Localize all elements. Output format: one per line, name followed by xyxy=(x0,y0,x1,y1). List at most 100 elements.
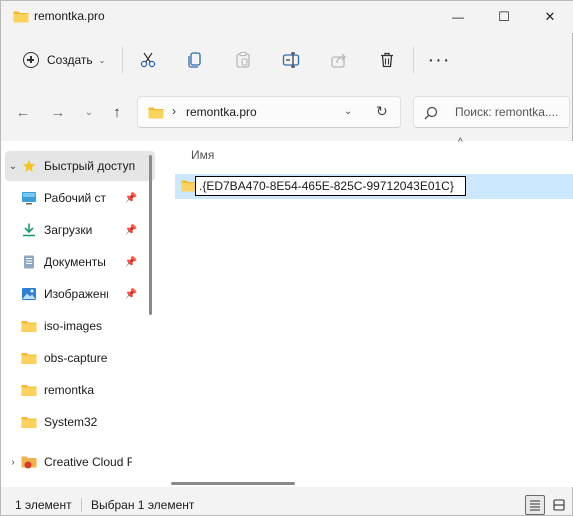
close-button[interactable]: ✕ xyxy=(527,1,573,33)
close-icon: ✕ xyxy=(544,9,556,24)
pin-icon: 📌 xyxy=(124,192,137,204)
arrow-left-icon: ← xyxy=(15,103,31,121)
creative-cloud-icon xyxy=(21,456,37,469)
divider xyxy=(413,47,414,73)
horizontal-scrollbar[interactable] xyxy=(171,482,295,485)
breadcrumb-chevron-icon[interactable]: › xyxy=(172,104,176,118)
sidebar-item-label: Быстрый доступ xyxy=(44,159,136,173)
tiles-view-button[interactable] xyxy=(549,495,569,515)
forward-button[interactable]: → xyxy=(47,101,69,123)
back-button[interactable]: ← xyxy=(12,101,34,123)
minimize-button[interactable]: — xyxy=(435,1,481,33)
selection-count: Выбран 1 элемент xyxy=(91,498,195,512)
sidebar-scrollbar[interactable] xyxy=(149,155,152,315)
folder-icon xyxy=(21,321,37,332)
chevron-down-icon[interactable]: ⌄ xyxy=(5,161,21,172)
search-placeholder: Поиск: remontka.... xyxy=(455,105,559,119)
sidebar-item-label: Creative Cloud Files xyxy=(44,455,132,469)
navigation-pane: ⌄ Быстрый доступ Рабочий стол 📌 xyxy=(1,141,159,487)
minimize-icon: — xyxy=(452,10,464,24)
sidebar-item-creative-cloud[interactable]: › Creative Cloud Files xyxy=(5,447,155,477)
sidebar-item-iso-images[interactable]: iso-images xyxy=(5,311,155,341)
content-area: ⌄ Быстрый доступ Рабочий стол 📌 xyxy=(1,137,573,487)
recent-locations-button[interactable]: ⌄ xyxy=(78,101,100,123)
sidebar-item-quick-access[interactable]: ⌄ Быстрый доступ xyxy=(5,151,155,181)
folder-icon xyxy=(13,11,29,23)
arrow-up-icon: ↑ xyxy=(113,103,121,121)
copy-icon xyxy=(188,52,201,68)
maximize-button[interactable]: ☐ xyxy=(481,1,527,33)
documents-icon xyxy=(24,255,34,269)
maximize-icon: ☐ xyxy=(498,9,510,24)
create-button[interactable]: Создать ⌄ xyxy=(17,45,113,75)
chevron-right-icon[interactable]: › xyxy=(5,457,21,468)
sidebar-item-remontka[interactable]: remontka xyxy=(5,375,155,405)
download-icon xyxy=(23,223,35,237)
sort-ascending-icon: ^ xyxy=(458,137,463,148)
file-row[interactable]: .{ED7BA470-8E54-465E-825C-99712043E01C} xyxy=(175,174,573,199)
delete-icon xyxy=(381,52,393,68)
paste-icon xyxy=(236,51,250,68)
star-icon xyxy=(22,159,36,172)
copy-button[interactable] xyxy=(182,47,208,73)
sidebar-item-label: Рабочий стол xyxy=(44,191,106,205)
chevron-down-icon: ⌄ xyxy=(84,106,94,118)
cut-icon xyxy=(140,52,156,68)
refresh-icon[interactable]: ↻ xyxy=(376,103,388,120)
tiles-view-icon xyxy=(553,499,565,511)
plus-icon xyxy=(23,52,39,68)
sidebar-item-documents[interactable]: Документы 📌 xyxy=(5,247,155,277)
paste-button[interactable] xyxy=(230,47,256,73)
status-bar: 1 элемент Выбран 1 элемент xyxy=(1,491,573,516)
sidebar-item-obs-capture[interactable]: obs-capture xyxy=(5,343,155,373)
sidebar-item-label: Документы xyxy=(44,255,106,269)
folder-icon xyxy=(148,107,164,119)
delete-button[interactable] xyxy=(374,47,400,73)
search-box[interactable]: Поиск: remontka.... xyxy=(413,96,570,128)
more-options-button[interactable]: ··· xyxy=(426,47,452,73)
sidebar-item-downloads[interactable]: Загрузки 📌 xyxy=(5,215,155,245)
file-list: ^ Имя .{ED7BA470-8E54-465E-825C-99712043… xyxy=(163,137,573,487)
sidebar-item-label: obs-capture xyxy=(44,351,108,365)
folder-icon xyxy=(21,385,37,396)
sidebar-item-label: iso-images xyxy=(44,319,103,333)
sidebar-item-desktop[interactable]: Рабочий стол 📌 xyxy=(5,183,155,213)
pictures-icon xyxy=(22,288,36,300)
rename-icon xyxy=(282,52,300,68)
folder-icon xyxy=(21,353,37,364)
sidebar-item-label: remontka xyxy=(44,383,95,397)
search-icon xyxy=(424,106,438,120)
title-bar: remontka.pro — ☐ ✕ xyxy=(1,1,573,33)
explorer-window: remontka.pro — ☐ ✕ Создать ⌄ ··· ← → ⌄ ↑… xyxy=(0,0,573,516)
chevron-down-icon: ⌄ xyxy=(98,55,106,65)
breadcrumb-current[interactable]: remontka.pro xyxy=(186,105,257,119)
sidebar-item-pictures[interactable]: Изображения 📌 xyxy=(5,279,155,309)
sidebar-item-system32[interactable]: System32 xyxy=(5,407,155,437)
arrow-right-icon: → xyxy=(50,103,66,121)
command-bar: Создать ⌄ ··· xyxy=(1,37,573,83)
up-button[interactable]: ↑ xyxy=(106,101,128,123)
desktop-icon xyxy=(22,192,36,205)
rename-input[interactable]: .{ED7BA470-8E54-465E-825C-99712043E01C} xyxy=(195,176,466,196)
navigation-bar: ← → ⌄ ↑ › remontka.pro ⌄ ↻ Поиск: remont… xyxy=(1,89,573,135)
divider xyxy=(81,498,82,512)
sidebar-item-label: Изображения xyxy=(44,287,108,301)
details-view-icon xyxy=(530,500,540,511)
details-view-button[interactable] xyxy=(525,495,545,515)
share-button[interactable] xyxy=(326,47,352,73)
column-header-name[interactable]: Имя xyxy=(191,148,214,162)
pin-icon: 📌 xyxy=(124,256,137,268)
sidebar-item-label: Загрузки xyxy=(44,223,93,237)
share-icon xyxy=(331,53,346,68)
item-count: 1 элемент xyxy=(15,498,72,512)
cut-button[interactable] xyxy=(135,47,161,73)
rename-button[interactable] xyxy=(278,47,304,73)
pin-icon: 📌 xyxy=(124,224,137,236)
sidebar-item-label: System32 xyxy=(44,415,98,429)
more-icon: ··· xyxy=(427,49,451,71)
window-title: remontka.pro xyxy=(34,9,105,23)
address-dropdown-icon[interactable]: ⌄ xyxy=(344,106,352,117)
address-bar[interactable]: › remontka.pro ⌄ ↻ xyxy=(137,96,401,128)
pin-icon: 📌 xyxy=(124,288,137,300)
divider xyxy=(122,47,123,73)
